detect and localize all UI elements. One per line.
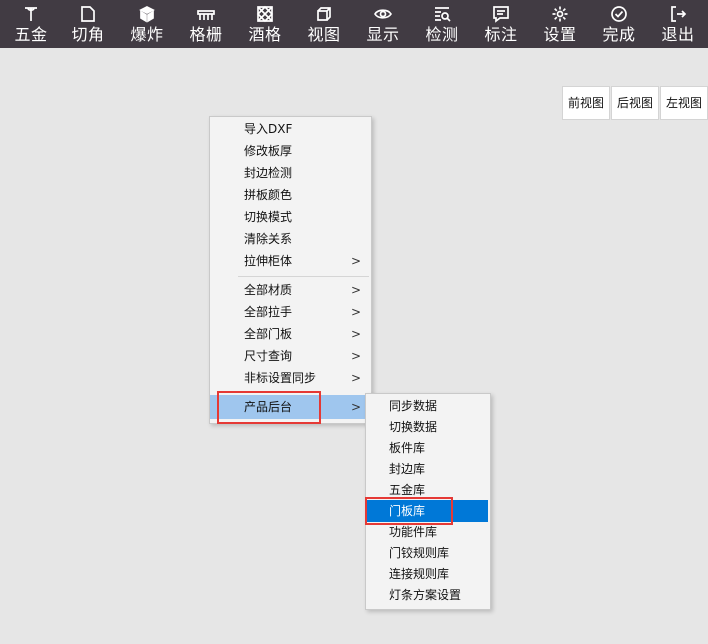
submenu-item-sync-data[interactable]: 同步数据 <box>366 395 490 417</box>
submenu-arrow-icon: > <box>350 283 361 297</box>
submenu-item-connection-rules[interactable]: 连接规则库 <box>366 563 490 585</box>
top-toolbar: 五金 切角 爆炸 格栅 酒格 视图 显示 检测 标注 设置 完成 退出 <box>0 0 708 48</box>
toolbar-display-button[interactable]: 显示 <box>365 0 401 48</box>
menu-item-label: 非标设置同步 <box>244 371 317 385</box>
toolbar-explode-button[interactable]: 爆炸 <box>129 0 165 48</box>
toolbar-finish-button[interactable]: 完成 <box>601 0 637 48</box>
toolbar-label: 标注 <box>484 25 518 44</box>
menu-item-label: 全部拉手 <box>244 305 293 319</box>
submenu-arrow-icon: > <box>350 327 361 341</box>
toolbar-annotate-button[interactable]: 标注 <box>483 0 519 48</box>
submenu-item-switch-data[interactable]: 切换数据 <box>366 416 490 438</box>
menu-item-label: 五金库 <box>389 483 426 497</box>
toolbar-label: 显示 <box>366 25 400 44</box>
submenu-item-hardware-library[interactable]: 五金库 <box>366 479 490 501</box>
menu-item-label: 连接规则库 <box>389 567 450 581</box>
toolbar-label: 设置 <box>543 25 577 44</box>
submenu-arrow-icon: > <box>350 349 361 363</box>
menu-item-label: 功能件库 <box>389 525 438 539</box>
menu-item-label: 修改板厚 <box>244 144 293 158</box>
screw-icon <box>20 3 42 25</box>
submenu-item-door-library[interactable]: 门板库 <box>366 500 488 522</box>
exit-icon <box>667 3 689 25</box>
submenu-arrow-icon: > <box>350 400 361 414</box>
toolbar-label: 酒格 <box>248 25 282 44</box>
menu-item-label: 尺寸查询 <box>244 349 293 363</box>
toolbar-settings-button[interactable]: 设置 <box>542 0 578 48</box>
submenu-arrow-icon: > <box>350 254 361 268</box>
cube-explode-icon <box>136 3 158 25</box>
menu-item-label: 切换模式 <box>244 210 293 224</box>
menu-item-label: 板件库 <box>389 441 426 455</box>
submenu-item-lightstrip-settings[interactable]: 灯条方案设置 <box>366 584 490 606</box>
menu-item-label: 全部材质 <box>244 283 293 297</box>
menu-item-panel-color[interactable]: 拼板颜色 <box>210 184 371 206</box>
menu-item-label: 导入DXF <box>244 122 293 136</box>
menu-item-nonstandard-sync[interactable]: 非标设置同步 > <box>210 367 371 389</box>
submenu-item-function-library[interactable]: 功能件库 <box>366 521 490 543</box>
context-menu: 导入DXF 修改板厚 封边检测 拼板颜色 切换模式 清除关系 拉伸柜体 > 全部材… <box>209 116 372 424</box>
wine-rack-icon <box>254 3 276 25</box>
toolbar-grille-button[interactable]: 格栅 <box>188 0 224 48</box>
menu-item-label: 灯条方案设置 <box>389 588 462 602</box>
back-view-button[interactable]: 后视图 <box>611 86 660 120</box>
toolbar-label: 格栅 <box>189 25 223 44</box>
menu-item-label: 门板库 <box>389 504 426 518</box>
menu-item-all-handles[interactable]: 全部拉手 > <box>210 301 371 323</box>
toolbar-label: 五金 <box>14 25 48 44</box>
toolbar-hardware-button[interactable]: 五金 <box>14 0 48 48</box>
check-circle-icon <box>608 3 630 25</box>
toolbar-label: 检测 <box>425 25 459 44</box>
left-view-button[interactable]: 左视图 <box>660 86 708 120</box>
eye-icon <box>372 3 394 25</box>
toolbar-label: 爆炸 <box>130 25 164 44</box>
product-backend-submenu: 同步数据 切换数据 板件库 封边库 五金库 门板库 功能件库 门铰规则库 连接规… <box>365 393 491 610</box>
menu-item-all-materials[interactable]: 全部材质 > <box>210 279 371 301</box>
submenu-arrow-icon: > <box>350 305 361 319</box>
menu-item-size-query[interactable]: 尺寸查询 > <box>210 345 371 367</box>
menu-item-modify-thickness[interactable]: 修改板厚 <box>210 140 371 162</box>
menu-item-clear-relations[interactable]: 清除关系 <box>210 228 371 250</box>
toolbar-inspect-button[interactable]: 检测 <box>424 0 460 48</box>
menu-item-label: 封边库 <box>389 462 426 476</box>
menu-item-switch-mode[interactable]: 切换模式 <box>210 206 371 228</box>
menu-item-label: 封边检测 <box>244 166 293 180</box>
menu-item-edge-check[interactable]: 封边检测 <box>210 162 371 184</box>
submenu-item-edge-library[interactable]: 封边库 <box>366 458 490 480</box>
view-cube-icon <box>313 3 335 25</box>
menu-item-all-doors[interactable]: 全部门板 > <box>210 323 371 345</box>
toolbar-label: 退出 <box>661 25 695 44</box>
menu-item-label: 拉伸柜体 <box>244 254 293 268</box>
submenu-item-hinge-rules[interactable]: 门铰规则库 <box>366 542 490 564</box>
menu-item-label: 拼板颜色 <box>244 188 293 202</box>
menu-item-label: 同步数据 <box>389 399 438 413</box>
front-view-button[interactable]: 前视图 <box>562 86 611 120</box>
submenu-item-panel-library[interactable]: 板件库 <box>366 437 490 459</box>
grille-icon <box>195 3 217 25</box>
view-buttons: 前视图 后视图 左视图 <box>562 86 708 120</box>
inspect-icon <box>431 3 453 25</box>
toolbar-label: 切角 <box>71 25 105 44</box>
menu-separator <box>238 276 369 277</box>
toolbar-label: 视图 <box>307 25 341 44</box>
menu-item-label: 产品后台 <box>244 400 293 414</box>
annotation-icon <box>490 3 512 25</box>
gear-icon <box>549 3 571 25</box>
toolbar-wine-rack-button[interactable]: 酒格 <box>247 0 283 48</box>
cut-corner-icon <box>77 3 99 25</box>
toolbar-view-button[interactable]: 视图 <box>306 0 342 48</box>
menu-item-product-backend[interactable]: 产品后台 > <box>210 395 371 419</box>
menu-item-label: 切换数据 <box>389 420 438 434</box>
toolbar-label: 完成 <box>602 25 636 44</box>
submenu-arrow-icon: > <box>350 371 361 385</box>
toolbar-exit-button[interactable]: 退出 <box>660 0 696 48</box>
toolbar-cut-corner-button[interactable]: 切角 <box>70 0 106 48</box>
menu-item-label: 全部门板 <box>244 327 293 341</box>
menu-item-import-dxf[interactable]: 导入DXF <box>210 118 371 140</box>
menu-item-stretch-cabinet[interactable]: 拉伸柜体 > <box>210 250 371 272</box>
menu-item-label: 门铰规则库 <box>389 546 450 560</box>
menu-item-label: 清除关系 <box>244 232 293 246</box>
